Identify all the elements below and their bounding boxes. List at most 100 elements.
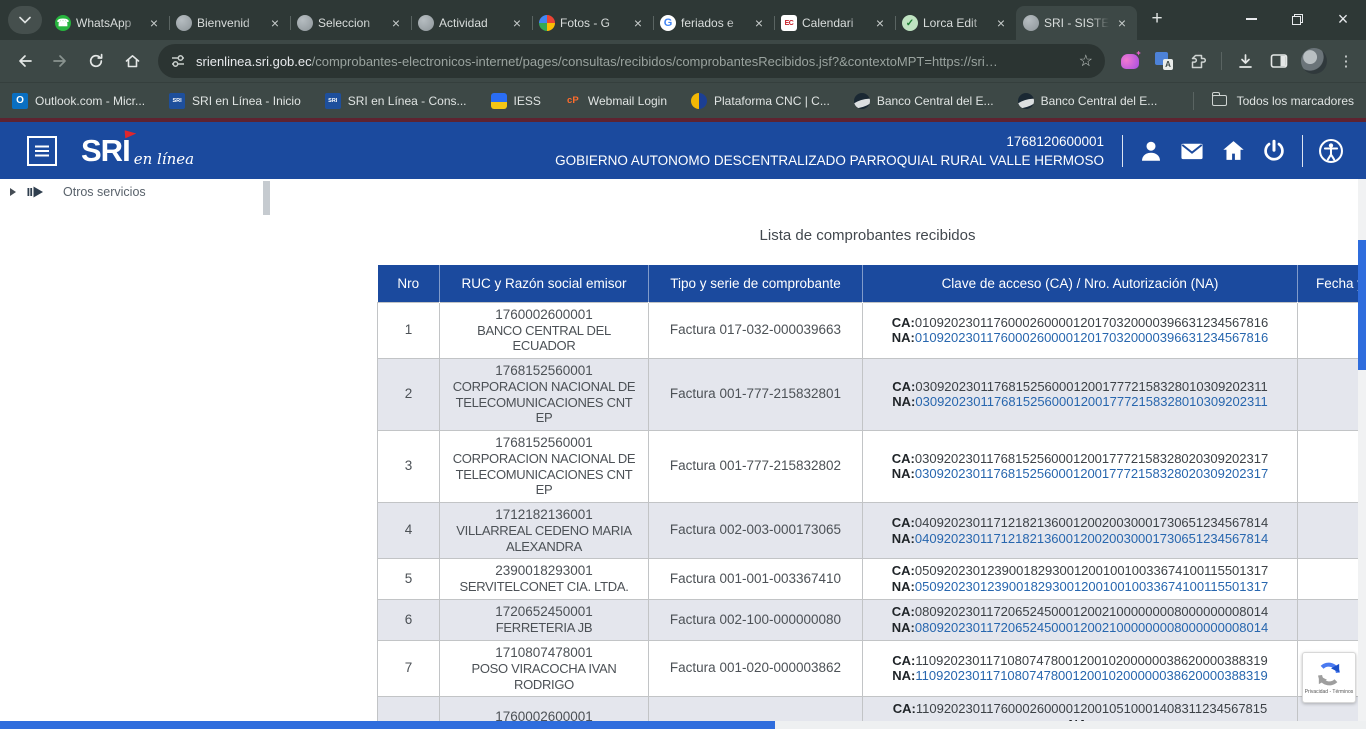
tab-close-icon[interactable]: [509, 15, 525, 31]
sidebar-item-otros-servicios[interactable]: Otros servicios: [10, 185, 146, 199]
browser-menu-button[interactable]: [1334, 46, 1358, 76]
clave-acceso-line: CA:1109202301176000260000120010510001408…: [869, 701, 1291, 717]
bookmark-label: Plataforma CNC | C...: [714, 94, 830, 108]
window-restore-button[interactable]: [1274, 0, 1320, 38]
tab-close-icon[interactable]: [751, 15, 767, 31]
browser-tab[interactable]: feriados e: [653, 6, 774, 40]
tab-close-icon[interactable]: [388, 15, 404, 31]
tab-title: Bienvenid: [197, 16, 262, 30]
window-minimize-button[interactable]: [1228, 0, 1274, 38]
reload-button[interactable]: [80, 45, 112, 77]
tab-search-button[interactable]: [8, 6, 42, 34]
browser-tab[interactable]: Lorca Edit: [895, 6, 1016, 40]
clave-acceso-line: CA:0109202301176000260000120170320000396…: [869, 315, 1291, 331]
iess-icon: [491, 93, 507, 109]
pink-extension-icon: [1121, 54, 1139, 69]
num-autorizacion-line: NA:0509202301239001829300120010010033674…: [869, 579, 1291, 595]
logout-button[interactable]: [1261, 138, 1287, 164]
browser-tab[interactable]: SRI - SISTE: [1016, 6, 1137, 40]
tab-close-icon[interactable]: [630, 15, 646, 31]
browser-tab[interactable]: Fotos - G: [532, 6, 653, 40]
side-panel-icon: [1270, 53, 1288, 69]
sidebar-scrollbar-thumb[interactable]: [263, 181, 270, 215]
na-value-link[interactable]: 1109202301171080747800120010200000038620…: [915, 668, 1267, 683]
recaptcha-badge[interactable]: Privacidad - Términos: [1302, 652, 1356, 703]
all-bookmarks[interactable]: Todos los marcadores: [1193, 92, 1354, 110]
side-panel-button[interactable]: [1264, 46, 1294, 76]
globe-icon: [297, 15, 313, 31]
expand-arrow-icon[interactable]: [10, 188, 16, 196]
url-text[interactable]: srienlinea.sri.gob.ec/comprobantes-elect…: [196, 54, 1071, 69]
bookmark-star-icon[interactable]: [1079, 51, 1093, 71]
na-value-link[interactable]: 0109202301176000260000120170320000396631…: [915, 330, 1268, 345]
browser-tab[interactable]: Seleccion: [290, 6, 411, 40]
tab-close-icon[interactable]: [872, 15, 888, 31]
na-value-link[interactable]: 0509202301239001829300120010010033674100…: [915, 579, 1268, 594]
globe-icon: [1023, 15, 1039, 31]
table-row: 3 1768152560001 CORPORACION NACIONAL DE …: [378, 430, 1359, 502]
forward-button[interactable]: [44, 45, 76, 77]
user-button[interactable]: [1138, 138, 1164, 164]
bookmark-item[interactable]: IESS: [491, 93, 541, 109]
downloads-button[interactable]: [1230, 46, 1260, 76]
na-value-link[interactable]: 0809202301172065245000120021000000008000…: [915, 620, 1268, 635]
table-row: 6 1720652450001 FERRETERIA JB Factura 00…: [378, 599, 1359, 640]
toolbar-separator: [1221, 52, 1222, 70]
bookmark-item[interactable]: Banco Central del E...: [1018, 93, 1158, 109]
na-value-link[interactable]: 0309202301176815256000120017772158328010…: [915, 394, 1267, 409]
mail-icon: [1179, 138, 1205, 164]
header-icons: [1122, 135, 1344, 167]
recaptcha-privacy-terms[interactable]: Privacidad - Términos: [1305, 689, 1354, 695]
tab-close-icon[interactable]: [146, 15, 162, 31]
mail-button[interactable]: [1179, 138, 1205, 164]
na-value-link[interactable]: 0309202301176815256000120017772158328020…: [915, 466, 1268, 481]
ca-value: 0309202301176815256000120017772158328020…: [915, 451, 1268, 466]
sri-logo[interactable]: SRI en línea: [81, 135, 194, 166]
home-nav-button[interactable]: [1220, 138, 1246, 164]
cell-fecha: 01/: [1298, 302, 1359, 358]
extension-monica-button[interactable]: [1115, 46, 1145, 76]
ca-value: 1109202301176000260000120010510001408311…: [916, 701, 1267, 716]
site-info-icon[interactable]: [170, 53, 186, 69]
extension-translate-button[interactable]: [1149, 46, 1179, 76]
profile-avatar[interactable]: [1301, 48, 1327, 74]
bookmark-item[interactable]: Webmail Login: [565, 93, 667, 109]
bookmark-label: IESS: [514, 94, 541, 108]
cell-fecha: 05/: [1298, 502, 1359, 558]
browser-tab[interactable]: Bienvenid: [169, 6, 290, 40]
cell-tipo-serie: Factura 001-777-215832801: [649, 358, 863, 430]
extensions-button[interactable]: [1183, 46, 1213, 76]
bookmark-item[interactable]: SRI en Línea - Cons...: [325, 93, 467, 109]
menu-button[interactable]: [27, 136, 57, 166]
taxpayer-ruc: 1768120600001: [555, 132, 1104, 151]
window-close-button[interactable]: [1320, 0, 1366, 38]
horizontal-scrollbar-thumb[interactable]: [0, 721, 775, 729]
address-bar[interactable]: srienlinea.sri.gob.ec/comprobantes-elect…: [158, 44, 1105, 78]
forward-arrow-icon: [52, 53, 69, 69]
tab-close-icon[interactable]: [1114, 15, 1130, 31]
back-button[interactable]: [8, 45, 40, 77]
comprobantes-table: Nro RUC y Razón social emisor Tipo y ser…: [377, 265, 1358, 721]
bookmark-item[interactable]: Plataforma CNC | C...: [691, 93, 830, 109]
tab-close-icon[interactable]: [267, 15, 283, 31]
bookmark-item[interactable]: SRI en Línea - Inicio: [169, 93, 301, 109]
na-value-link[interactable]: 0409202301171218213600120020030001730651…: [915, 531, 1268, 546]
whatsapp-icon: [55, 15, 71, 31]
bookmark-item[interactable]: Banco Central del E...: [854, 93, 994, 109]
browser-tab[interactable]: WhatsApp: [48, 6, 169, 40]
browser-tab[interactable]: Calendari: [774, 6, 895, 40]
tab-close-icon[interactable]: [993, 15, 1009, 31]
vertical-scrollbar-thumb[interactable]: [1358, 240, 1366, 370]
bookmark-item[interactable]: Outlook.com - Micr...: [12, 93, 145, 109]
new-tab-button[interactable]: [1143, 5, 1171, 33]
window-controls: [1228, 0, 1366, 38]
clave-acceso-line: CA:0309202301176815256000120017772158328…: [869, 451, 1291, 467]
cell-tipo-serie: Factura 002-100-000000080: [649, 599, 863, 640]
google-photos-icon: [539, 15, 555, 31]
page-title: Lista de comprobantes recibidos: [377, 227, 1358, 244]
accessibility-button[interactable]: [1318, 138, 1344, 164]
ruc-value: 1760002600001: [446, 709, 642, 721]
google-g-icon: [660, 15, 676, 31]
home-button[interactable]: [116, 45, 148, 77]
browser-tab[interactable]: Actividad: [411, 6, 532, 40]
